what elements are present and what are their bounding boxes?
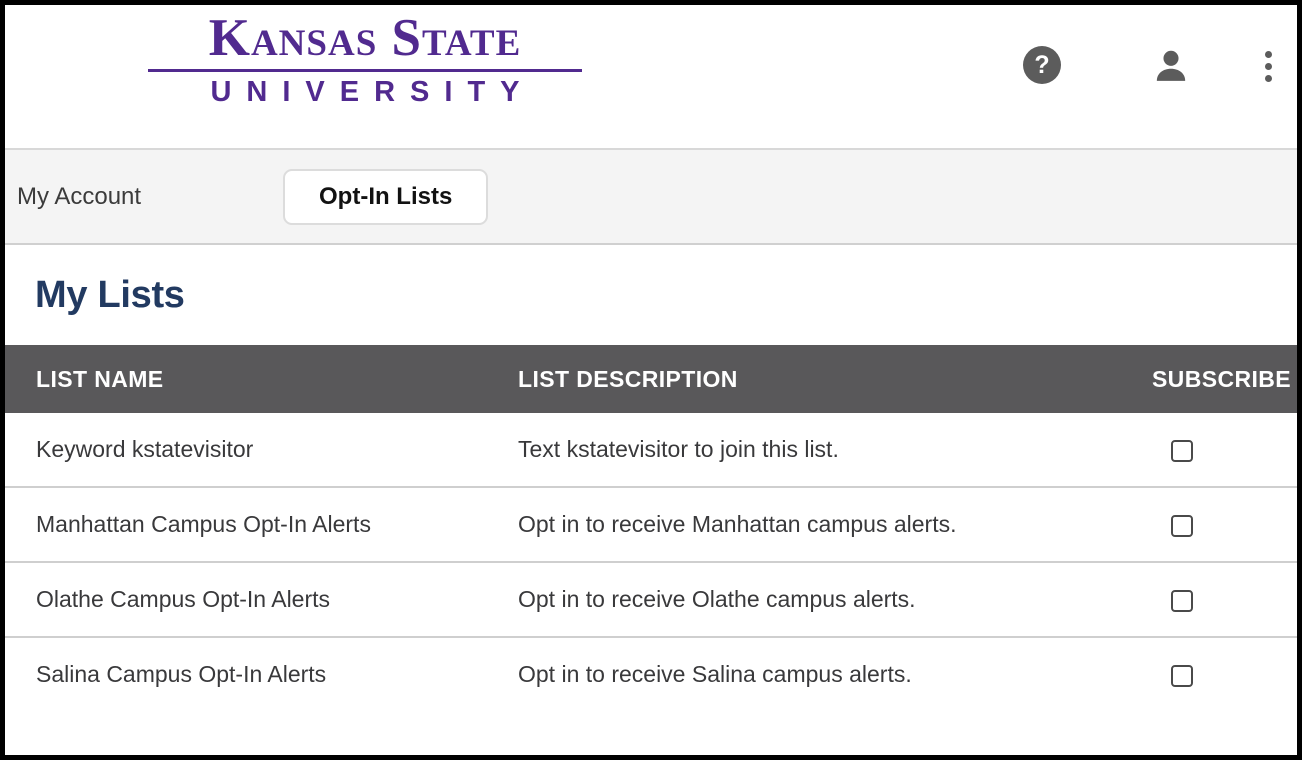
cell-list-name: Keyword kstatevisitor bbox=[36, 436, 254, 462]
menu-dot-1 bbox=[1264, 50, 1272, 58]
cell-list-description: Text kstatevisitor to join this list. bbox=[518, 436, 839, 462]
table-row: Salina Campus Opt-In Alerts Opt in to re… bbox=[5, 637, 1297, 711]
cell-subscribe bbox=[1136, 413, 1297, 487]
logo-divider-rule bbox=[148, 69, 582, 72]
person-icon-svg bbox=[1156, 50, 1186, 81]
cell-list-name: Olathe Campus Opt-In Alerts bbox=[36, 586, 331, 612]
cell-list-description: Opt in to receive Manhattan campus alert… bbox=[518, 511, 957, 537]
tab-opt-in-lists[interactable]: Opt-In Lists bbox=[283, 168, 489, 225]
cell-subscribe bbox=[1136, 637, 1297, 711]
account-nav-bar: My Account Opt-In Lists bbox=[5, 148, 1297, 245]
cell-list-name: Manhattan Campus Opt-In Alerts bbox=[36, 511, 371, 537]
column-header-subscribe: SUBSCRIBE bbox=[1151, 366, 1291, 392]
brand-header: Kansas State UNIVERSITY ? bbox=[5, 5, 1297, 148]
table-header-row: LIST NAME LIST DESCRIPTION SUBSCRIBE bbox=[5, 345, 1297, 413]
cell-subscribe bbox=[1136, 487, 1297, 562]
lists-table: LIST NAME LIST DESCRIPTION SUBSCRIBE Key… bbox=[5, 345, 1297, 711]
subscribe-checkbox[interactable] bbox=[1171, 664, 1193, 687]
help-icon[interactable]: ? bbox=[1020, 43, 1064, 87]
lists-table-body: Keyword kstatevisitor Text kstatevisitor… bbox=[5, 413, 1297, 711]
subscribe-checkbox[interactable] bbox=[1171, 439, 1193, 462]
lists-table-head: LIST NAME LIST DESCRIPTION SUBSCRIBE bbox=[5, 345, 1297, 413]
menu-dot-3 bbox=[1264, 74, 1272, 82]
page-title: My Lists bbox=[35, 274, 185, 316]
column-header-list-description: LIST DESCRIPTION bbox=[518, 366, 738, 392]
page-root: Kansas State UNIVERSITY ? My Account Opt… bbox=[0, 0, 1302, 760]
table-row: Keyword kstatevisitor Text kstatevisitor… bbox=[5, 413, 1297, 487]
subscribe-checkbox[interactable] bbox=[1171, 514, 1193, 537]
overflow-menu-icon[interactable] bbox=[1253, 43, 1283, 89]
main-content: My Lists LIST NAME LIST DESCRIPTION SUBS… bbox=[5, 245, 1297, 711]
help-icon-glyph: ? bbox=[1023, 46, 1061, 84]
cell-list-description: Opt in to receive Olathe campus alerts. bbox=[518, 586, 916, 612]
university-logo: Kansas State UNIVERSITY bbox=[145, 9, 585, 108]
nav-label-my-account: My Account bbox=[17, 182, 142, 210]
cell-list-description: Opt in to receive Salina campus alerts. bbox=[518, 661, 912, 687]
table-row: Manhattan Campus Opt-In Alerts Opt in to… bbox=[5, 487, 1297, 562]
logo-subtitle: UNIVERSITY bbox=[210, 76, 535, 108]
cell-list-name: Salina Campus Opt-In Alerts bbox=[36, 661, 327, 687]
subscribe-checkbox[interactable] bbox=[1171, 589, 1193, 612]
menu-dot-2 bbox=[1264, 62, 1272, 70]
account-icon[interactable] bbox=[1148, 43, 1194, 89]
cell-subscribe bbox=[1136, 562, 1297, 637]
logo-wordmark: Kansas State bbox=[208, 9, 522, 67]
column-header-list-name: LIST NAME bbox=[36, 366, 164, 392]
table-row: Olathe Campus Opt-In Alerts Opt in to re… bbox=[5, 562, 1297, 637]
